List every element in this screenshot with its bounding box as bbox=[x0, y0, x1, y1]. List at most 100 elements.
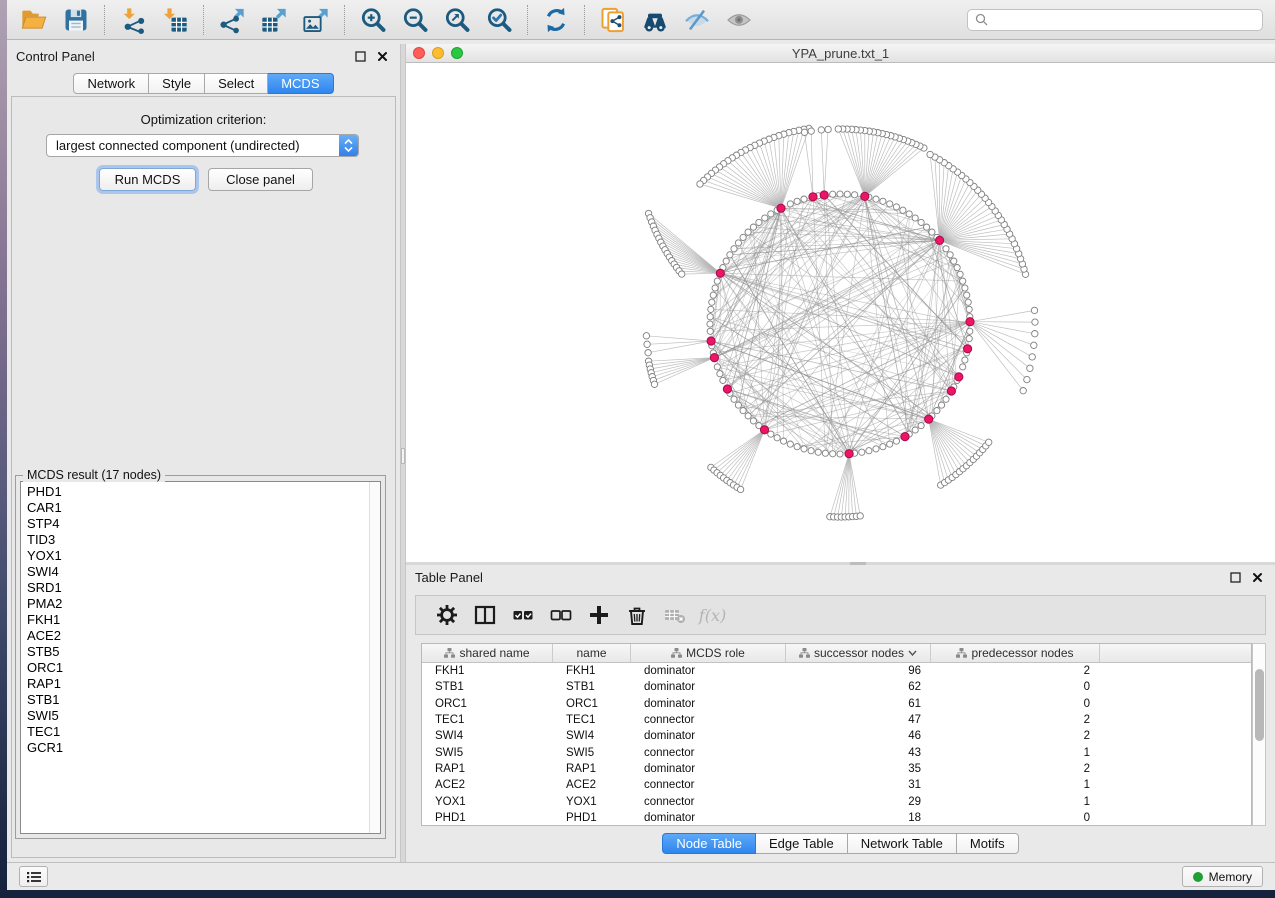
first-neighbors-button[interactable] bbox=[635, 3, 675, 37]
toolbar-separator bbox=[203, 5, 204, 35]
show-columns-button[interactable] bbox=[471, 602, 498, 629]
network-from-selection-button[interactable] bbox=[593, 3, 633, 37]
network-graph[interactable] bbox=[406, 63, 1275, 562]
table-cell: connector bbox=[631, 747, 786, 759]
tab-motifs[interactable]: Motifs bbox=[957, 833, 1019, 854]
mcds-result-item[interactable]: RAP1 bbox=[21, 676, 380, 692]
table-cell: 1 bbox=[931, 796, 1100, 808]
table-row[interactable]: SWI4SWI4dominator462 bbox=[422, 728, 1251, 744]
function-builder-button: f(x) bbox=[699, 602, 726, 629]
mcds-result-item[interactable]: STB1 bbox=[21, 692, 380, 708]
export-table-icon bbox=[260, 6, 288, 34]
zoom-in-button[interactable] bbox=[353, 3, 393, 37]
optimization-criterion-select[interactable]: largest connected component (undirected) bbox=[46, 134, 359, 157]
column-header-name[interactable]: name bbox=[553, 644, 631, 662]
mcds-result-item[interactable]: FKH1 bbox=[21, 612, 380, 628]
table-cell: SWI4 bbox=[553, 730, 631, 742]
show-all-button[interactable] bbox=[719, 3, 759, 37]
window-minimize-button[interactable] bbox=[432, 47, 444, 59]
mcds-result-item[interactable]: SWI5 bbox=[21, 708, 380, 724]
column-header-predecessor-nodes[interactable]: predecessor nodes bbox=[931, 644, 1100, 662]
tab-style[interactable]: Style bbox=[149, 73, 205, 94]
zoom-fit-button[interactable] bbox=[437, 3, 477, 37]
save-session-button[interactable] bbox=[56, 3, 96, 37]
app-window: Control Panel NetworkStyleSelectMCDS Opt… bbox=[7, 0, 1275, 890]
table-row[interactable]: RAP1RAP1dominator352 bbox=[422, 761, 1251, 777]
add-entry-icon bbox=[587, 603, 611, 627]
column-header-successor-nodes[interactable]: successor nodes bbox=[786, 644, 931, 662]
column-label: predecessor nodes bbox=[971, 646, 1073, 660]
tab-network[interactable]: Network bbox=[73, 73, 149, 94]
apply-layout-button[interactable] bbox=[536, 3, 576, 37]
zoom-out-button[interactable] bbox=[395, 3, 435, 37]
tab-mcds[interactable]: MCDS bbox=[268, 73, 333, 94]
run-mcds-button[interactable]: Run MCDS bbox=[99, 168, 196, 191]
delete-entry-icon bbox=[625, 603, 649, 627]
table-row[interactable]: YOX1YOX1connector291 bbox=[422, 793, 1251, 809]
window-close-button[interactable] bbox=[413, 47, 425, 59]
close-mcds-panel-button[interactable]: Close panel bbox=[208, 168, 313, 191]
tab-network-table[interactable]: Network Table bbox=[848, 833, 957, 854]
column-header-shared-name[interactable]: shared name bbox=[422, 644, 553, 662]
delete-entry-button[interactable] bbox=[623, 602, 650, 629]
table-cell: STB1 bbox=[422, 681, 553, 693]
mcds-result-item[interactable]: GCR1 bbox=[21, 740, 380, 756]
close-panel-button[interactable] bbox=[1249, 569, 1266, 585]
mcds-result-item[interactable]: ACE2 bbox=[21, 628, 380, 644]
table-row[interactable]: FKH1FKH1dominator962 bbox=[422, 663, 1251, 679]
open-file-button[interactable] bbox=[14, 3, 54, 37]
mcds-result-item[interactable]: SWI4 bbox=[21, 564, 380, 580]
close-panel-button[interactable] bbox=[374, 48, 391, 64]
mcds-result-item[interactable]: STP4 bbox=[21, 516, 380, 532]
import-network-button[interactable] bbox=[113, 3, 153, 37]
float-panel-button[interactable] bbox=[1227, 569, 1244, 585]
float-panel-button[interactable] bbox=[352, 48, 369, 64]
function-builder-icon: f(x) bbox=[699, 606, 726, 625]
table-cell: 62 bbox=[786, 681, 931, 693]
column-header-mcds-role[interactable]: MCDS role bbox=[631, 644, 786, 662]
network-canvas[interactable] bbox=[406, 63, 1275, 562]
zoom-selected-button[interactable] bbox=[479, 3, 519, 37]
hide-selected-button[interactable] bbox=[677, 3, 717, 37]
deselect-all-button[interactable] bbox=[547, 602, 574, 629]
mcds-result-item[interactable]: TEC1 bbox=[21, 724, 380, 740]
tab-select[interactable]: Select bbox=[205, 73, 268, 94]
table-settings-button[interactable] bbox=[433, 602, 460, 629]
table-row[interactable]: ORC1ORC1dominator610 bbox=[422, 696, 1251, 712]
mcds-panel: Optimization criterion: largest connecte… bbox=[11, 96, 396, 858]
mcds-result-item[interactable]: PMA2 bbox=[21, 596, 380, 612]
network-from-selection-icon bbox=[599, 6, 627, 34]
window-zoom-button[interactable] bbox=[451, 47, 463, 59]
mcds-result-item[interactable]: YOX1 bbox=[21, 548, 380, 564]
mcds-result-item[interactable]: ORC1 bbox=[21, 660, 380, 676]
tab-edge-table[interactable]: Edge Table bbox=[756, 833, 848, 854]
table-row[interactable]: STB1STB1dominator620 bbox=[422, 679, 1251, 695]
mcds-result-item[interactable]: PHD1 bbox=[21, 484, 380, 500]
result-list-scrollbar[interactable] bbox=[369, 482, 380, 833]
first-neighbors-icon bbox=[641, 6, 669, 34]
add-entry-button[interactable] bbox=[585, 602, 612, 629]
table-scrollbar bbox=[1252, 643, 1266, 826]
select-all-button[interactable] bbox=[509, 602, 536, 629]
export-table-button[interactable] bbox=[254, 3, 294, 37]
search-input[interactable] bbox=[993, 12, 1255, 28]
mcds-result-item[interactable]: CAR1 bbox=[21, 500, 380, 516]
float-icon bbox=[355, 51, 366, 62]
sort-chevron-icon bbox=[908, 650, 917, 656]
table-row[interactable]: SWI5SWI5connector431 bbox=[422, 744, 1251, 760]
table-row[interactable]: ACE2ACE2connector311 bbox=[422, 777, 1251, 793]
table-scrollbar-thumb[interactable] bbox=[1255, 669, 1264, 741]
mcds-result-item[interactable]: TID3 bbox=[21, 532, 380, 548]
delete-table-icon bbox=[663, 603, 687, 627]
panel-list-button[interactable] bbox=[19, 866, 48, 887]
export-image-button[interactable] bbox=[296, 3, 336, 37]
mcds-result-item[interactable]: SRD1 bbox=[21, 580, 380, 596]
splitter-grip[interactable] bbox=[401, 448, 405, 464]
memory-button[interactable]: Memory bbox=[1182, 866, 1263, 887]
table-row[interactable]: PHD1PHD1dominator180 bbox=[422, 810, 1251, 826]
mcds-result-item[interactable]: STB5 bbox=[21, 644, 380, 660]
table-row[interactable]: TEC1TEC1connector472 bbox=[422, 712, 1251, 728]
tab-node-table[interactable]: Node Table bbox=[662, 833, 756, 854]
export-network-button[interactable] bbox=[212, 3, 252, 37]
import-table-button[interactable] bbox=[155, 3, 195, 37]
